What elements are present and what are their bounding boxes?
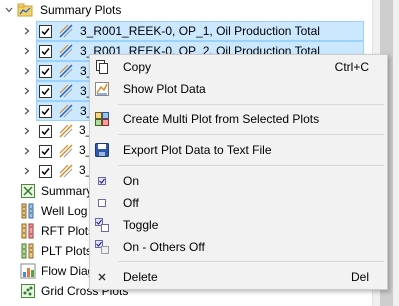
tree-item-plt-plots[interactable]: PLT Plots xyxy=(0,241,92,261)
plot-checkbox[interactable] xyxy=(39,85,52,98)
menu-item-label: Create Multi Plot from Selected Plots xyxy=(123,112,320,126)
plt-plots-icon xyxy=(20,243,36,259)
menu-item-label: On xyxy=(123,174,140,188)
summary-curve-icon xyxy=(58,103,74,119)
toggle-icon xyxy=(94,217,110,233)
tree-item-label: PLT Plots xyxy=(41,244,92,258)
tree-item-summary-plots[interactable]: Summary Plots xyxy=(0,0,372,20)
chevron-right-icon[interactable] xyxy=(23,87,31,95)
plot-checkbox[interactable] xyxy=(39,45,52,58)
tree-item-well-log[interactable]: Well Log xyxy=(0,201,90,221)
menu-item-label: Delete xyxy=(123,270,158,284)
plot-checkbox[interactable] xyxy=(39,105,52,118)
chevron-right-icon[interactable] xyxy=(23,47,31,55)
chevron-right-icon[interactable] xyxy=(23,147,31,155)
menu-item-label: Copy xyxy=(123,60,152,74)
summary-curve-icon xyxy=(58,123,74,139)
menu-item-label: Show Plot Data xyxy=(123,82,206,96)
menu-separator xyxy=(118,165,384,166)
menu-item-label: Toggle xyxy=(123,218,159,232)
menu-item-label: On - Others Off xyxy=(123,240,205,254)
tree-item-summary-crossplots[interactable]: Summary xyxy=(0,181,93,201)
tree-item-label: Summary Plots xyxy=(40,3,122,17)
tree-item-rft-plots[interactable]: RFT Plots xyxy=(0,221,94,241)
tree-item-label: RFT Plots xyxy=(41,224,95,238)
chevron-down-icon[interactable] xyxy=(5,6,13,14)
summary-curve-icon xyxy=(58,163,74,179)
menu-item-on-others-off[interactable]: On - Others Off xyxy=(90,236,387,258)
delete-icon xyxy=(94,269,110,285)
chevron-right-icon[interactable] xyxy=(23,127,31,135)
menu-item-on[interactable]: On xyxy=(90,170,387,192)
tree-item-label: 3_R001_REEK-0, OP_1, Oil Production Tota… xyxy=(80,24,320,38)
summary-curve-icon xyxy=(58,43,74,59)
summary-curve-icon xyxy=(58,83,74,99)
menu-item-shortcut: Del xyxy=(350,270,369,284)
well-log-icon xyxy=(20,203,36,219)
menu-item-label: Off xyxy=(123,196,139,210)
menu-item-toggle[interactable]: Toggle xyxy=(90,214,387,236)
multi-plot-icon xyxy=(94,111,110,127)
summary-curve-icon xyxy=(58,23,74,39)
summary-curve-icon xyxy=(58,143,74,159)
menu-separator xyxy=(118,134,384,135)
plot-checkbox[interactable] xyxy=(39,25,52,38)
check-on-icon xyxy=(94,173,110,189)
tree-item-flow-diagnostics[interactable]: Flow Diag xyxy=(0,261,94,281)
chevron-right-icon[interactable] xyxy=(23,67,31,75)
menu-item-shortcut: Ctrl+C xyxy=(334,60,369,74)
grid-cross-plots-icon xyxy=(20,283,36,299)
plot-checkbox[interactable] xyxy=(39,65,52,78)
plot-checkbox[interactable] xyxy=(39,145,52,158)
plot-checkbox[interactable] xyxy=(39,125,52,138)
menu-separator xyxy=(118,104,384,105)
chevron-right-icon[interactable] xyxy=(23,107,31,115)
menu-item-off[interactable]: Off xyxy=(90,192,387,214)
flow-diagnostics-icon xyxy=(20,263,36,279)
on-others-off-icon xyxy=(94,239,110,255)
tree-item-label: Well Log xyxy=(41,204,88,218)
tree-item-label: Summary xyxy=(41,184,93,198)
save-icon xyxy=(94,142,110,158)
rft-plots-icon xyxy=(20,223,36,239)
plot-checkbox[interactable] xyxy=(39,165,52,178)
tree-item-label: Flow Diag xyxy=(41,264,95,278)
plot-data-icon xyxy=(94,81,110,97)
summary-curve-icon xyxy=(58,63,74,79)
check-off-icon xyxy=(94,195,110,211)
chevron-right-icon[interactable] xyxy=(23,167,31,175)
menu-item-delete[interactable]: Delete Del xyxy=(90,266,387,288)
summary-plots-folder-icon xyxy=(17,2,33,18)
summary-crossplot-icon xyxy=(20,183,36,199)
chevron-right-icon[interactable] xyxy=(23,27,31,35)
copy-icon xyxy=(94,59,110,75)
menu-item-export-plot-data[interactable]: Export Plot Data to Text File xyxy=(90,139,387,161)
context-menu: Copy Ctrl+C Show Plot Data Create Multi … xyxy=(89,54,388,290)
menu-item-create-multi-plot[interactable]: Create Multi Plot from Selected Plots xyxy=(90,108,387,130)
menu-item-show-plot-data[interactable]: Show Plot Data xyxy=(90,78,387,100)
tree-item-plot[interactable]: 3_R001_REEK-0, OP_1, Oil Production Tota… xyxy=(36,21,364,41)
menu-separator xyxy=(118,261,384,262)
menu-item-label: Export Plot Data to Text File xyxy=(123,143,272,157)
menu-item-copy[interactable]: Copy Ctrl+C xyxy=(90,56,387,78)
